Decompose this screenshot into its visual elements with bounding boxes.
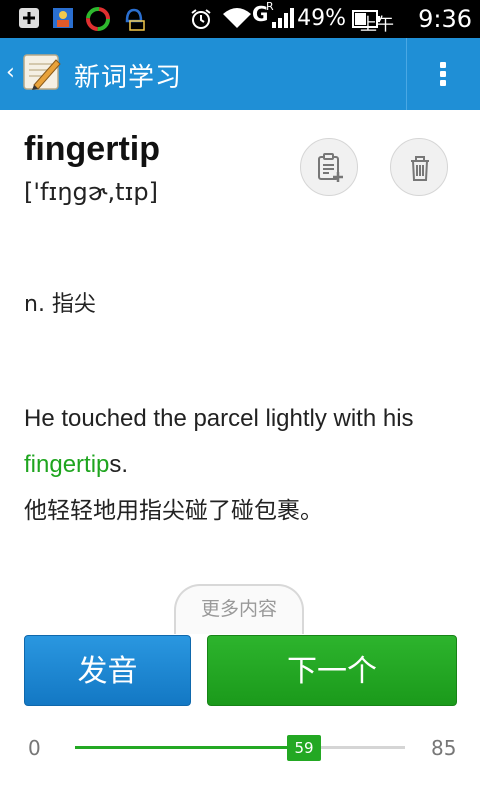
- back-button[interactable]: ‹ 新词学习: [0, 38, 406, 110]
- progress-fill: [75, 746, 305, 749]
- gallery-notification-icon: [52, 7, 74, 33]
- progress-min-label: 0: [28, 736, 41, 760]
- example-highlight-word: fingertip: [24, 451, 110, 478]
- more-content-button[interactable]: 更多内容: [174, 584, 304, 634]
- signal-icon: [270, 6, 298, 34]
- wifi-icon: [222, 6, 252, 34]
- screen-title: 新词学习: [74, 63, 183, 93]
- status-bar: G R 49% 上午 9:36: [0, 0, 480, 38]
- trash-icon: [411, 156, 429, 181]
- sync-notification-icon: [86, 7, 110, 35]
- chevron-left-icon: ‹: [6, 60, 15, 85]
- alarm-icon: [190, 8, 212, 34]
- example-text-after: s.: [109, 451, 129, 478]
- word-term: fingertip: [24, 130, 160, 168]
- progress-slider[interactable]: [75, 746, 405, 749]
- clock: 9:36: [418, 5, 472, 33]
- pronounce-button[interactable]: 发音: [24, 635, 191, 706]
- example-english: He touched the parcel lightly with his f…: [24, 396, 464, 488]
- overflow-menu-button[interactable]: [407, 38, 480, 110]
- example-text-before: He touched the parcel lightly with his: [24, 405, 414, 432]
- note-add-icon: [318, 153, 343, 182]
- app-notification-icon: [122, 7, 146, 35]
- word-definition: n. 指尖: [24, 292, 96, 317]
- add-notification-icon: [18, 7, 40, 33]
- word-phonetic: ['fɪŋgɚ,tɪp]: [24, 178, 158, 206]
- action-bar: ‹ 新词学习: [0, 38, 480, 110]
- progress-max-label: 85: [431, 736, 457, 760]
- app-logo-icon: [22, 52, 62, 96]
- progress-thumb[interactable]: 59: [287, 735, 322, 761]
- battery-percent: 49%: [297, 6, 346, 31]
- am-pm-label: 上午: [360, 15, 394, 35]
- add-to-wordbook-button[interactable]: [300, 138, 358, 196]
- next-word-button[interactable]: 下一个: [207, 635, 457, 706]
- example-chinese: 他轻轻地用指尖碰了碰包裹。: [24, 498, 323, 524]
- example-sentence: He touched the parcel lightly with his f…: [24, 396, 464, 534]
- delete-button[interactable]: [390, 138, 448, 196]
